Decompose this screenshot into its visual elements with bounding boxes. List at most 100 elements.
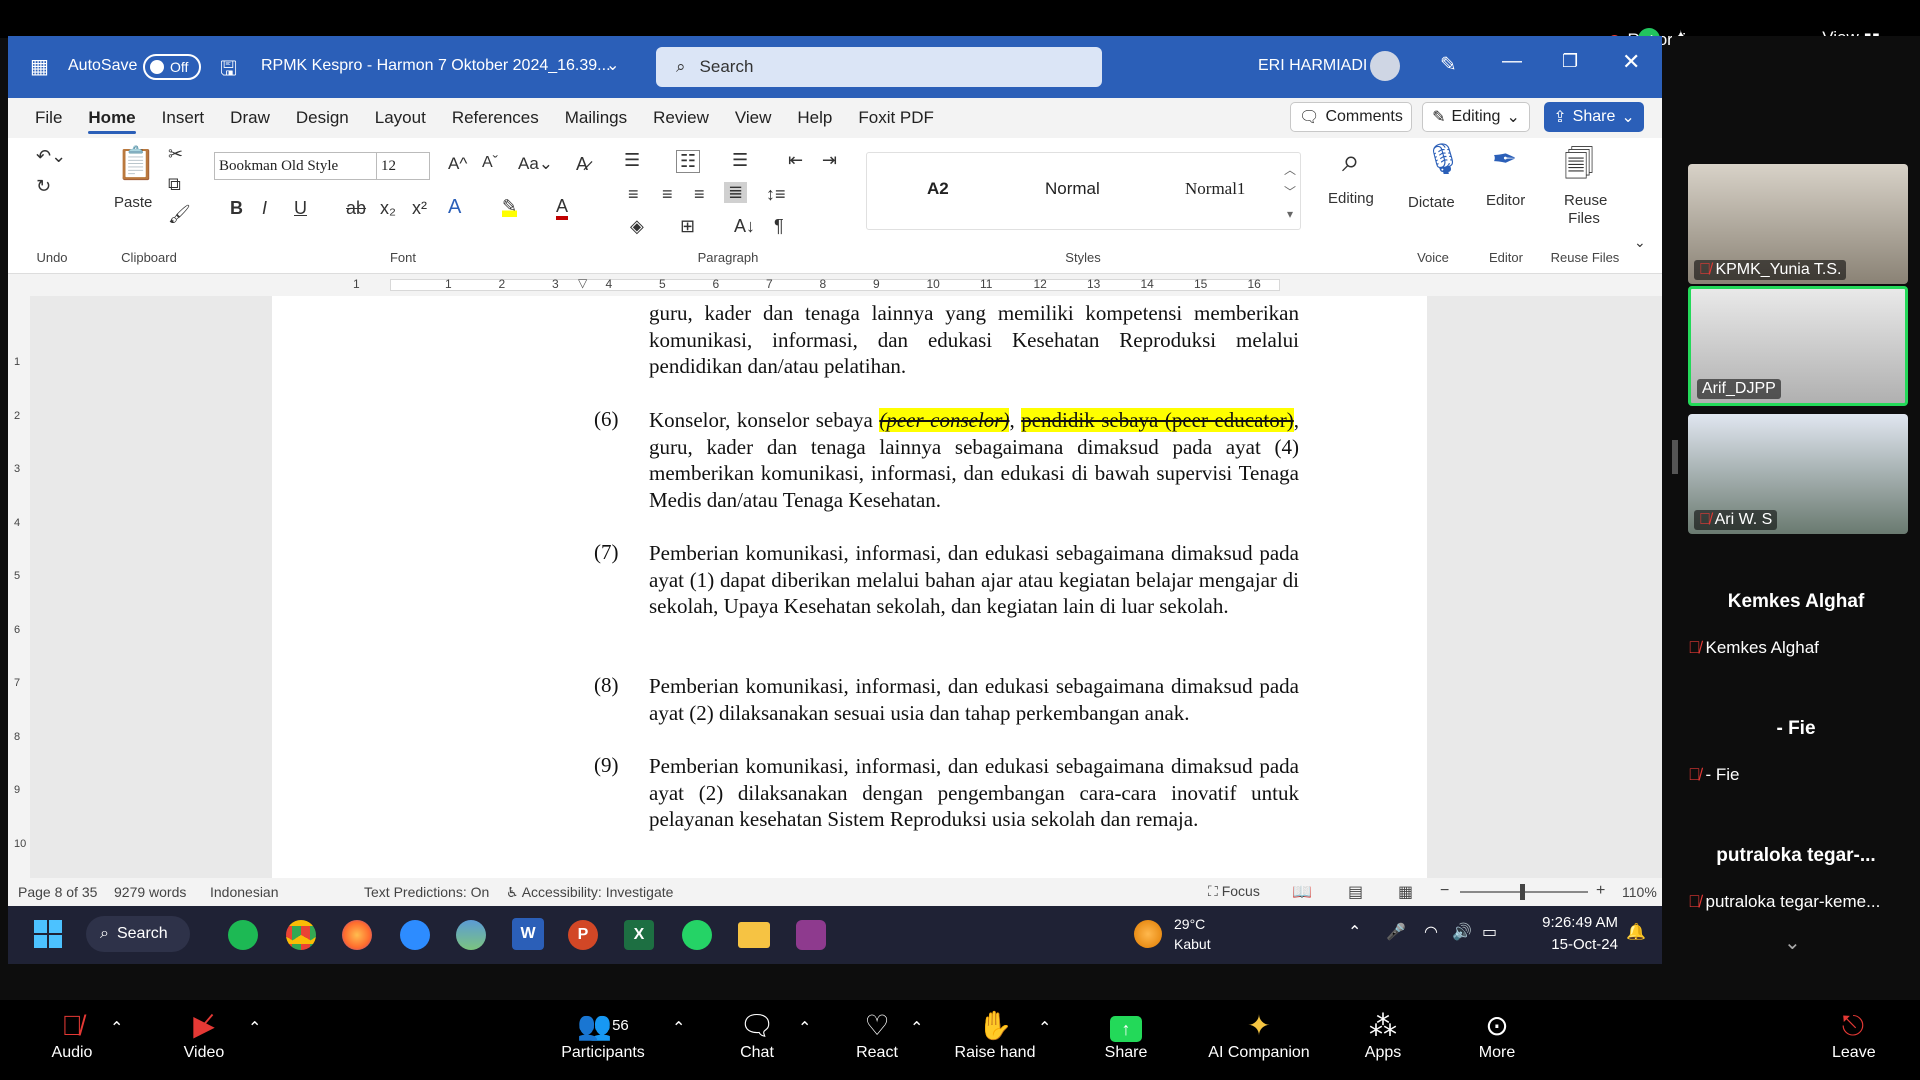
ribbon-collapse-icon[interactable]: ⌄ (1634, 234, 1646, 251)
shrink-font-icon[interactable]: Aˇ (482, 154, 498, 172)
bell-icon[interactable]: 🔔 (1626, 922, 1646, 942)
subscript-icon[interactable]: x₂ (380, 198, 396, 219)
share-button[interactable]: ⇪ Share ⌄ (1544, 102, 1644, 132)
grow-font-icon[interactable]: A^ (448, 154, 467, 174)
paragraph-9[interactable]: Pemberian komunikasi, informasi, dan edu… (649, 753, 1299, 833)
font-size-select[interactable]: 12 (376, 152, 430, 180)
menu-draw[interactable]: Draw (217, 98, 283, 138)
participant-tile-name[interactable]: Kemkes Alghaf (1672, 591, 1920, 613)
audio-button[interactable]: 🎙̸ Audio (46, 1008, 98, 1062)
numbering-icon[interactable]: ☷ (676, 150, 701, 173)
menu-help[interactable]: Help (784, 98, 845, 138)
zoom-level[interactable]: 110% (1622, 884, 1657, 900)
app-icon[interactable] (796, 920, 826, 950)
taskbar-search[interactable]: ⌕ Search (86, 916, 190, 952)
line-spacing-icon[interactable]: ↕≡ (766, 184, 786, 205)
save-icon[interactable]: 🖫 (220, 54, 237, 88)
weather-icon[interactable] (1134, 920, 1162, 948)
excel-icon[interactable]: X (624, 920, 654, 950)
document-area[interactable]: guru, kader dan tenaga lainnya yang memi… (30, 296, 1662, 906)
editing-mode-button[interactable]: ✎ Editing ⌄ (1422, 102, 1530, 132)
comments-button[interactable]: 🗨 Comments (1290, 102, 1412, 132)
editing-label[interactable]: Editing (1328, 190, 1374, 207)
underline-icon[interactable]: U (294, 198, 307, 219)
shading-icon[interactable]: ◈ (630, 216, 644, 237)
copy-icon[interactable]: ⧉ (168, 174, 181, 195)
format-painter-icon[interactable]: 🖌 (168, 204, 191, 225)
borders-icon[interactable]: ⊞ (680, 216, 695, 237)
multilevel-list-icon[interactable]: ☰ (732, 150, 748, 171)
editor-label[interactable]: Editor (1486, 192, 1525, 209)
menu-design[interactable]: Design (283, 98, 362, 138)
more-button[interactable]: ⊙ More (1476, 1008, 1518, 1062)
file-explorer-icon[interactable] (738, 922, 770, 948)
chevron-down-icon[interactable]: ⌄ (606, 55, 619, 75)
clock-time[interactable]: 9:26:49 AM (1528, 914, 1618, 931)
chevron-up-icon[interactable]: ⌃ (1348, 922, 1361, 942)
document-page[interactable]: guru, kader dan tenaga lainnya yang memi… (272, 296, 1427, 906)
video-tile-active[interactable]: Arif_DJPP (1688, 286, 1908, 406)
share-screen-button[interactable]: ↑ Share (1102, 1008, 1150, 1062)
microphone-icon[interactable]: 🎙 (1424, 142, 1462, 177)
styles-scroll[interactable]: ︿ ﹀ ▾ (1284, 159, 1296, 225)
chevron-down-icon[interactable]: ⌄ (1784, 930, 1801, 955)
reuse-files-label[interactable]: Reuse Files (1564, 192, 1607, 228)
restore-icon[interactable]: ❐ (1562, 51, 1578, 72)
dictate-label[interactable]: Dictate (1408, 194, 1455, 211)
volume-icon[interactable]: 🔊 (1452, 922, 1472, 942)
font-name-select[interactable]: Bookman Old Style (214, 152, 382, 180)
paragraph-8[interactable]: Pemberian komunikasi, informasi, dan edu… (649, 673, 1299, 726)
chevron-up-icon[interactable]: ⌃ (248, 1018, 261, 1038)
chevron-up-icon[interactable]: ⌃ (1038, 1018, 1051, 1038)
decrease-indent-icon[interactable]: ⇤ (788, 150, 803, 171)
firefox-icon[interactable] (342, 920, 372, 950)
weather-temp[interactable]: 29°C (1174, 916, 1205, 932)
video-tile[interactable]: 🎙̸ KPMK_Yunia T.S. (1688, 164, 1908, 284)
battery-icon[interactable]: ▭ (1482, 922, 1497, 942)
document-title[interactable]: RPMK Kespro - Harmon 7 Oktober 2024_16.3… (261, 57, 611, 75)
strikethrough-icon[interactable]: ab (346, 198, 366, 219)
show-marks-icon[interactable]: ¶ (774, 216, 784, 237)
zoom-slider-thumb[interactable] (1520, 884, 1525, 900)
whatsapp-icon[interactable] (682, 920, 712, 950)
zoom-out-icon[interactable]: − (1440, 882, 1449, 900)
chevron-up-icon[interactable]: ⌃ (798, 1018, 811, 1038)
vertical-ruler[interactable]: 1 2 3 4 5 6 7 8 9 10 (8, 296, 30, 916)
word-count[interactable]: 9279 words (114, 884, 186, 900)
menu-view[interactable]: View (722, 98, 785, 138)
editor-pen-icon[interactable]: ✒ (1492, 142, 1517, 177)
page-count[interactable]: Page 8 of 35 (18, 884, 97, 900)
chevron-up-icon[interactable]: ⌃ (672, 1018, 685, 1038)
redo-icon[interactable]: ↻ (36, 176, 51, 197)
microphone-icon[interactable]: 🎤 (1386, 922, 1406, 942)
menu-home[interactable]: Home (75, 98, 148, 138)
language-status[interactable]: Indonesian (210, 884, 279, 900)
pen-icon[interactable]: ✎ (1440, 52, 1457, 77)
cut-icon[interactable]: ✂ (168, 144, 183, 165)
style-normal[interactable]: Normal (1045, 179, 1100, 199)
participant-tile-name[interactable]: - Fie (1672, 718, 1920, 740)
read-mode-icon[interactable]: 📖 (1292, 882, 1312, 902)
indent-marker-icon[interactable]: ▽ (578, 276, 587, 290)
superscript-icon[interactable]: x² (412, 198, 427, 219)
menu-layout[interactable]: Layout (362, 98, 439, 138)
zoom-app-icon[interactable] (400, 920, 430, 950)
find-icon[interactable]: ⌕ (1342, 142, 1360, 180)
zoom-slider[interactable] (1460, 884, 1588, 900)
weather-desc[interactable]: Kabut (1174, 936, 1211, 952)
horizontal-ruler[interactable]: 1 1 2 3 4 5 6 7 8 9 10 11 12 13 14 15 16 ▽ (8, 274, 1662, 296)
highlight-icon[interactable]: ✎ (502, 196, 518, 217)
font-color-icon[interactable]: A (556, 196, 569, 220)
style-a2[interactable]: A2 (927, 179, 949, 199)
video-button[interactable]: ▶̸ Video (178, 1008, 230, 1062)
menu-foxit-pdf[interactable]: Foxit PDF (845, 98, 947, 138)
italic-icon[interactable]: I (262, 198, 267, 219)
video-tile[interactable]: 🎙̸ Ari W. S (1688, 414, 1908, 534)
align-center-icon[interactable]: ≡ (662, 184, 673, 205)
text-predictions-status[interactable]: Text Predictions: On (364, 884, 489, 900)
search-input[interactable]: ⌕ Search (656, 47, 1102, 87)
style-normal1[interactable]: Normal1 (1185, 179, 1245, 199)
paste-icon[interactable]: 📋 (116, 144, 156, 182)
participants-button[interactable]: 👥56 Participants (556, 1008, 650, 1062)
user-name[interactable]: ERI HARMIADI (1258, 57, 1367, 75)
